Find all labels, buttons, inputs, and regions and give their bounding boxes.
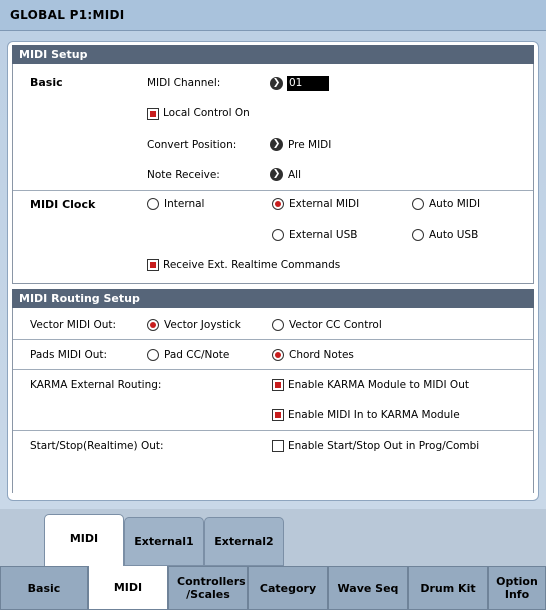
note-receive-label: Note Receive:	[147, 169, 220, 181]
pad-cc-note-label: Pad CC/Note	[164, 349, 230, 361]
bottom-tab-controllers-label: Controllers /Scales	[177, 575, 246, 601]
section-divider	[13, 190, 533, 191]
midi-setup-header: MIDI Setup	[12, 45, 534, 64]
tab-external2[interactable]: External2	[204, 517, 284, 566]
clock-external-midi-radio[interactable]	[272, 198, 284, 210]
midi-to-karma-checkbox[interactable]	[272, 409, 284, 421]
convert-position-popup-icon[interactable]: ❯	[270, 138, 283, 151]
title-bar: GLOBAL P1:MIDI	[0, 0, 546, 31]
clock-auto-midi-label: Auto MIDI	[429, 198, 481, 210]
page-tab-row: MIDI External1 External2	[0, 509, 546, 566]
bottom-tab-drum-kit[interactable]: Drum Kit	[408, 566, 488, 610]
receive-realtime-label: Receive Ext. Realtime Commands	[163, 259, 341, 271]
midi-routing-header: MIDI Routing Setup	[12, 289, 534, 308]
midi-channel-popup-icon[interactable]: ❯	[270, 77, 283, 90]
clock-internal-radio[interactable]	[147, 198, 159, 210]
pads-midi-out-label: Pads MIDI Out:	[30, 349, 108, 361]
clock-external-usb-label: External USB	[289, 229, 358, 241]
bottom-tab-wave-seq[interactable]: Wave Seq	[328, 566, 408, 610]
convert-position-label: Convert Position:	[147, 139, 237, 151]
local-control-checkbox[interactable]	[147, 108, 159, 120]
basic-label: Basic	[30, 76, 63, 89]
vector-joystick-radio[interactable]	[147, 319, 159, 331]
bottom-tab-option-info[interactable]: Option Info	[488, 566, 546, 610]
midi-to-karma-label: Enable MIDI In to KARMA Module	[288, 409, 460, 421]
bottom-tab-option-info-label: Option Info	[496, 575, 538, 601]
page-title: GLOBAL P1:MIDI	[10, 8, 125, 22]
chord-notes-radio[interactable]	[272, 349, 284, 361]
global-midi-screen: GLOBAL P1:MIDI MIDI Setup Basic MIDI Cha…	[0, 0, 546, 610]
pad-cc-note-radio[interactable]	[147, 349, 159, 361]
vector-cc-control-radio[interactable]	[272, 319, 284, 331]
note-receive-popup-icon[interactable]: ❯	[270, 168, 283, 181]
vector-cc-control-label: Vector CC Control	[289, 319, 382, 331]
clock-auto-midi-radio[interactable]	[412, 198, 424, 210]
bottom-menu-bar: Basic MIDI Controllers /Scales Category …	[0, 566, 546, 610]
chord-notes-label: Chord Notes	[289, 349, 354, 361]
karma-to-midi-label: Enable KARMA Module to MIDI Out	[288, 379, 469, 391]
tab-external1[interactable]: External1	[124, 517, 204, 566]
clock-auto-usb-label: Auto USB	[429, 229, 479, 241]
row-divider	[13, 339, 533, 340]
clock-auto-usb-radio[interactable]	[412, 229, 424, 241]
karma-to-midi-checkbox[interactable]	[272, 379, 284, 391]
row-divider	[13, 430, 533, 431]
bottom-tab-category[interactable]: Category	[248, 566, 328, 610]
note-receive-value[interactable]: All	[288, 169, 301, 181]
convert-position-value[interactable]: Pre MIDI	[288, 139, 331, 151]
startstop-out-label: Start/Stop(Realtime) Out:	[30, 440, 164, 452]
local-control-label: Local Control On	[163, 107, 250, 119]
clock-external-midi-label: External MIDI	[289, 198, 360, 210]
bottom-tab-basic[interactable]: Basic	[0, 566, 88, 610]
midi-channel-label: MIDI Channel:	[147, 77, 221, 89]
tab-midi[interactable]: MIDI	[44, 514, 124, 566]
midi-clock-label: MIDI Clock	[30, 198, 96, 211]
midi-channel-value[interactable]: 01	[287, 76, 329, 91]
bottom-tab-controllers-scales[interactable]: Controllers /Scales	[168, 566, 248, 610]
clock-internal-label: Internal	[164, 198, 205, 210]
receive-realtime-checkbox[interactable]	[147, 259, 159, 271]
vector-joystick-label: Vector Joystick	[164, 319, 241, 331]
midi-routing-section	[12, 308, 534, 493]
karma-routing-label: KARMA External Routing:	[30, 379, 162, 391]
startstop-check-label: Enable Start/Stop Out in Prog/Combi	[288, 440, 480, 452]
clock-external-usb-radio[interactable]	[272, 229, 284, 241]
startstop-checkbox[interactable]	[272, 440, 284, 452]
vector-midi-out-label: Vector MIDI Out:	[30, 319, 117, 331]
bottom-tab-midi[interactable]: MIDI	[88, 566, 168, 610]
row-divider	[13, 369, 533, 370]
